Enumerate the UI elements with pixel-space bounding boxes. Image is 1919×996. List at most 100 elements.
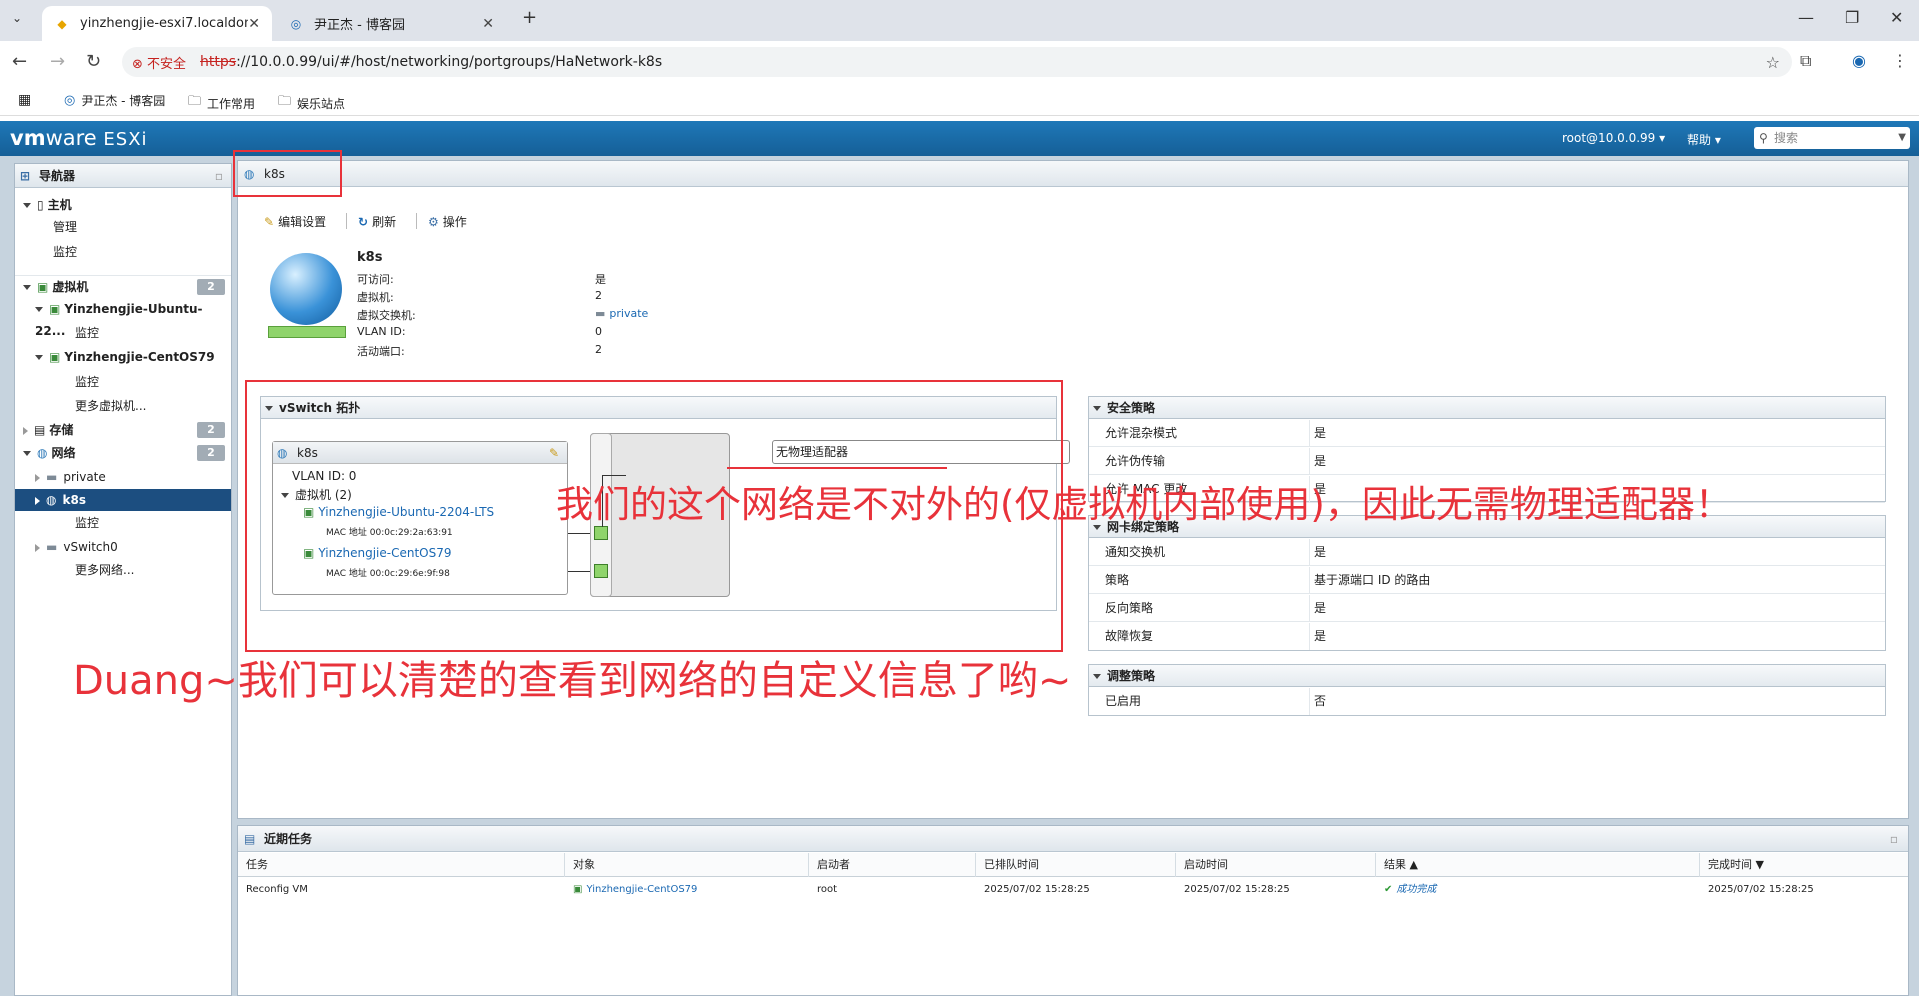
nav-storage[interactable]: ▤ 存储 2 <box>15 419 231 441</box>
nav-vm-ubuntu-monitor[interactable]: 监控 <box>15 322 231 344</box>
minimize-icon[interactable]: — <box>1798 8 1814 27</box>
menu-icon[interactable]: ⋮ <box>1892 51 1908 70</box>
nav-vm-ubuntu[interactable]: ▣ Yinzhengjie-Ubuntu-22... <box>15 298 231 338</box>
collapse-icon[interactable] <box>1093 406 1101 411</box>
tab-blog[interactable]: ◎ 尹正杰 - 博客园 ✕ <box>276 6 506 41</box>
storage-icon: ▤ <box>34 423 46 437</box>
nav-host-monitor[interactable]: 监控 <box>15 241 231 263</box>
toolbar-label: 刷新 <box>372 215 397 229</box>
chevron-down-icon[interactable]: ▼ <box>1898 127 1906 149</box>
security-label: 不安全 <box>147 56 187 72</box>
profile-icon[interactable]: ◉ <box>1852 51 1866 70</box>
vm-icon: ▣ <box>49 302 61 316</box>
nav-label: Yinzhengjie-CentOS79 <box>64 350 215 364</box>
expand-icon[interactable] <box>35 473 40 482</box>
policy-key: 故障恢复 <box>1105 629 1154 643</box>
task-object-link[interactable]: ▣ Yinzhengjie-CentOS79 <box>565 878 697 902</box>
expand-icon[interactable] <box>35 355 43 360</box>
nav-vm-centos-monitor[interactable]: 监控 <box>15 371 231 393</box>
nav-more-vms[interactable]: 更多虚拟机... <box>15 395 231 417</box>
task-started: 2025/07/02 15:28:25 <box>1184 884 1290 895</box>
nav-network-k8s-monitor[interactable]: 监控 <box>15 512 231 534</box>
collapse-icon[interactable] <box>1093 674 1101 679</box>
apps-icon[interactable]: ▦ <box>18 92 31 108</box>
network-count-badge: 2 <box>197 445 225 461</box>
nav-label: vSwitch0 <box>63 540 118 554</box>
search-icon: ⚲ <box>1759 131 1768 145</box>
url-input[interactable]: ⊗ 不安全 https://10.0.0.99/ui/#/host/networ… <box>122 47 1792 77</box>
task-completed: 2025/07/02 15:28:25 <box>1708 884 1814 895</box>
column-initiator[interactable]: 启动者 <box>809 853 976 877</box>
collapse-icon[interactable]: ▫ <box>215 164 223 188</box>
url-text: ://10.0.0.99/ui/#/host/networking/portgr… <box>236 54 663 70</box>
new-tab-icon[interactable]: + <box>522 7 537 28</box>
tab-search-icon[interactable]: ⌄ <box>12 11 22 25</box>
column-result[interactable]: 结果 ▲ <box>1376 853 1700 877</box>
back-icon[interactable]: ← <box>12 51 27 72</box>
policy-value: 是 <box>1314 545 1327 559</box>
nav-more-networks[interactable]: 更多网络... <box>15 559 231 581</box>
extensions-icon[interactable]: ⧉ <box>1800 51 1811 71</box>
help-menu[interactable]: 帮助 ▾ <box>1687 131 1721 148</box>
expand-icon[interactable] <box>23 203 31 208</box>
collapse-icon[interactable]: ▫ <box>1890 826 1898 852</box>
logo-product: ESXi <box>103 129 148 150</box>
network-globe-icon <box>270 253 342 325</box>
host-icon: ▯ <box>37 198 44 212</box>
switch-icon: ▬ <box>595 307 606 320</box>
task-name: Reconfig VM <box>246 884 308 895</box>
column-task[interactable]: 任务 <box>238 853 565 877</box>
bookmark-star-icon[interactable]: ☆ <box>1766 53 1780 72</box>
portgroup-name: k8s <box>357 250 383 265</box>
expand-icon[interactable] <box>23 285 31 290</box>
tab-close-icon[interactable]: ✕ <box>482 16 494 32</box>
bookmark-work[interactable]: 🗀 工作常用 <box>188 92 255 114</box>
tab-esxi[interactable]: ◆ yinzhengjie-esxi7.localdomai ✕ <box>42 6 272 41</box>
expand-icon[interactable] <box>23 426 28 435</box>
nav-label: 管理 <box>53 220 78 234</box>
bookmark-fun[interactable]: 🗀 娱乐站点 <box>278 92 345 114</box>
column-object[interactable]: 对象 <box>565 853 809 877</box>
user-menu[interactable]: root@10.0.0.99 ▾ <box>1562 131 1665 145</box>
search-placeholder: 搜索 <box>1774 131 1799 145</box>
vm-count-badge: 2 <box>197 279 225 295</box>
actions-button[interactable]: ⚙ 操作 <box>428 213 467 230</box>
nav-host[interactable]: ▯ 主机 <box>15 194 231 216</box>
expand-icon[interactable] <box>23 451 31 456</box>
nav-vm-centos[interactable]: ▣ Yinzhengjie-CentOS79 <box>15 346 231 368</box>
edit-settings-button[interactable]: ✎ 编辑设置 <box>264 213 326 230</box>
close-window-icon[interactable]: ✕ <box>1890 8 1903 27</box>
annotation-underline <box>727 467 947 469</box>
browser-tab-strip: ⌄ ◆ yinzhengjie-esxi7.localdomai ✕ ◎ 尹正杰… <box>0 0 1919 41</box>
vswitch-link-label: private <box>609 307 649 320</box>
column-completed[interactable]: 完成时间 ▼ <box>1700 853 1910 877</box>
expand-icon[interactable] <box>35 543 40 552</box>
bookmark-blog[interactable]: ◎ 尹正杰 - 博客园 <box>64 92 165 109</box>
nav-network-k8s[interactable]: ◍ k8s <box>15 489 231 511</box>
navigator-header: ⊞ 导航器 ▫ <box>15 164 231 188</box>
nav-network-vswitch0[interactable]: ▬ vSwitch0 <box>15 536 231 558</box>
nav-label: 更多网络... <box>75 563 135 577</box>
tab-close-icon[interactable]: ✕ <box>248 16 260 32</box>
security-indicator[interactable]: ⊗ 不安全 <box>132 53 186 72</box>
refresh-button[interactable]: ↻ 刷新 <box>358 213 396 230</box>
column-queued[interactable]: 已排队时间 <box>976 853 1176 877</box>
forward-icon[interactable]: → <box>50 51 65 72</box>
expand-icon[interactable] <box>35 307 43 312</box>
policy-key: 反向策略 <box>1105 601 1154 615</box>
nav-label: 存储 <box>49 423 74 437</box>
nav-network[interactable]: ◍ 网络 2 <box>15 442 231 464</box>
expand-icon[interactable] <box>35 496 40 505</box>
restore-icon[interactable]: ❐ <box>1845 8 1859 27</box>
toolbar-label: 编辑设置 <box>278 215 327 229</box>
nav-network-private[interactable]: ▬ private <box>15 466 231 488</box>
panel-header[interactable]: 安全策略 <box>1089 397 1885 419</box>
navigator-title: 导航器 <box>39 169 76 183</box>
vswitch-link[interactable]: ▬ private <box>595 307 648 320</box>
nav-vms[interactable]: ▣ 虚拟机 2 <box>15 275 231 297</box>
column-started[interactable]: 启动时间 <box>1176 853 1376 877</box>
panel-header[interactable]: 调整策略 <box>1089 665 1885 687</box>
nav-host-manage[interactable]: 管理 <box>15 216 231 238</box>
search-input[interactable]: ⚲ 搜索 ▼ <box>1754 127 1910 149</box>
reload-icon[interactable]: ↻ <box>86 51 101 72</box>
